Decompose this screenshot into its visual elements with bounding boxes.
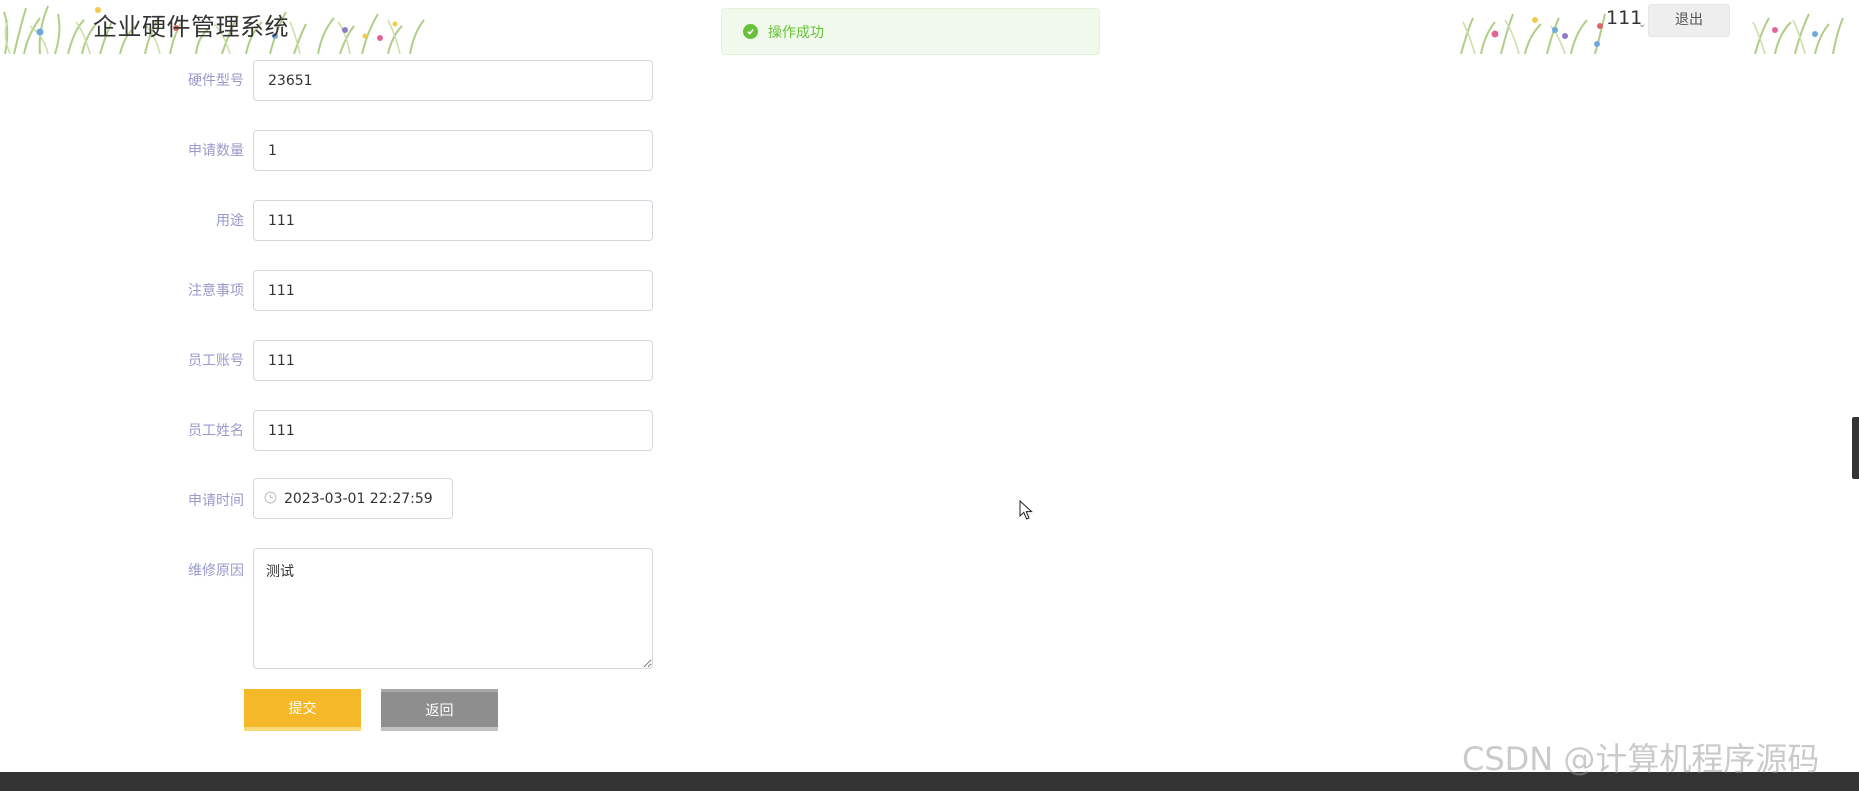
mouse-cursor-icon xyxy=(1019,500,1033,520)
repair-reason-textarea[interactable]: 测试 xyxy=(253,548,653,669)
submit-button[interactable]: 提交 xyxy=(244,689,361,731)
toast-message: 操作成功 xyxy=(768,24,824,41)
hardware-model-label: 硬件型号 xyxy=(188,73,244,89)
notes-input[interactable] xyxy=(253,270,653,311)
logout-button[interactable]: 退出 xyxy=(1648,4,1730,37)
back-button[interactable]: 返回 xyxy=(381,689,498,731)
chevron-down-icon[interactable]: ⌄ xyxy=(1638,19,1646,30)
employee-name-input[interactable] xyxy=(253,410,653,451)
employee-account-label: 员工账号 xyxy=(188,353,244,369)
success-toast: 操作成功 xyxy=(721,8,1100,55)
hardware-model-input[interactable] xyxy=(253,60,653,101)
watermark: CSDN @计算机程序源码 xyxy=(1462,740,1820,778)
clock-icon xyxy=(264,489,277,508)
repair-reason-label: 维修原因 xyxy=(188,563,244,579)
employee-account-input[interactable] xyxy=(253,340,653,381)
app-title: 企业硬件管理系统 xyxy=(93,13,289,41)
check-circle-icon xyxy=(743,24,758,39)
apply-quantity-input[interactable] xyxy=(253,130,653,171)
employee-name-label: 员工姓名 xyxy=(188,423,244,439)
user-name[interactable]: 111 xyxy=(1606,7,1642,29)
scrollbar-handle[interactable] xyxy=(1852,417,1859,479)
apply-time-value: 2023-03-01 22:27:59 xyxy=(284,490,433,507)
purpose-label: 用途 xyxy=(216,213,244,229)
apply-time-picker[interactable]: 2023-03-01 22:27:59 xyxy=(253,478,453,519)
apply-time-label: 申请时间 xyxy=(188,493,244,509)
apply-quantity-label: 申请数量 xyxy=(188,143,244,159)
purpose-input[interactable] xyxy=(253,200,653,241)
notes-label: 注意事项 xyxy=(188,283,244,299)
